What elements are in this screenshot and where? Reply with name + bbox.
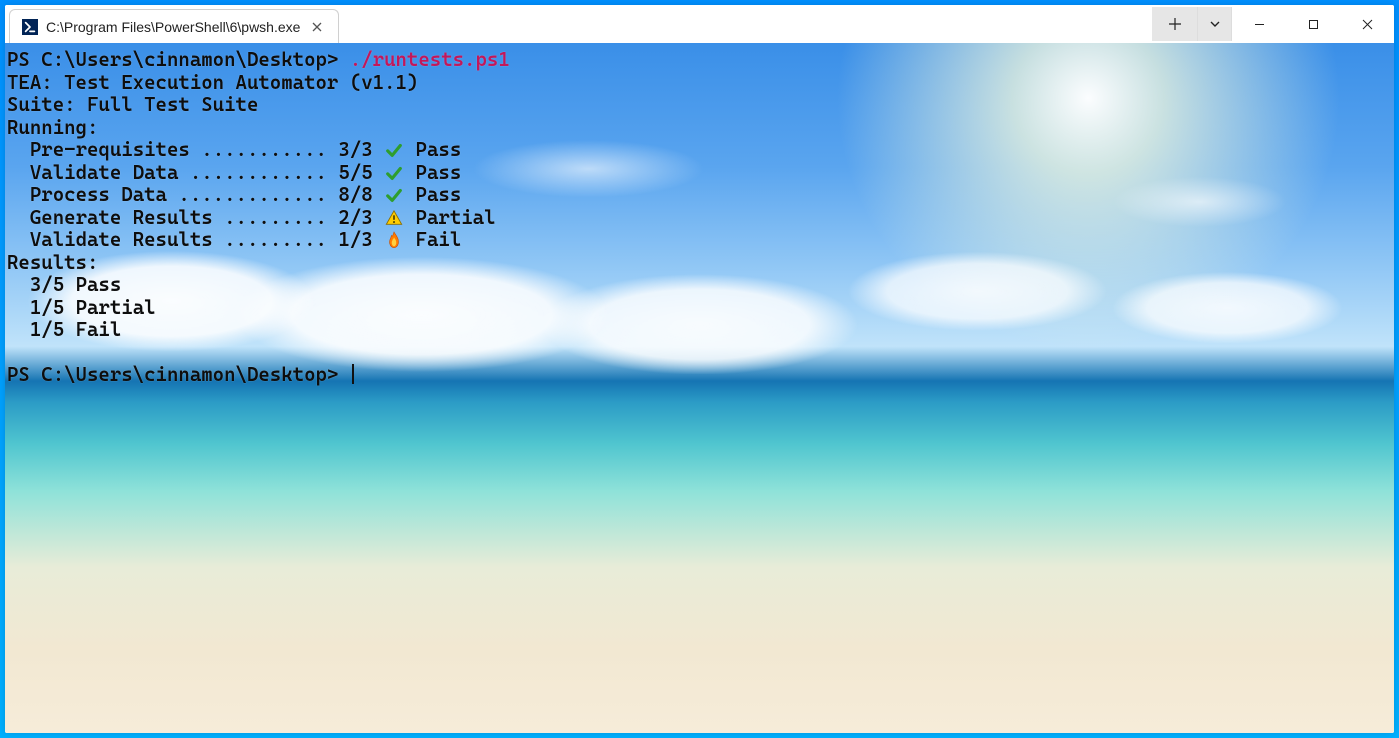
tab-close-button[interactable] (308, 18, 326, 36)
test-name: Validate Data (30, 161, 179, 184)
new-tab-dropdown-button[interactable] (1198, 7, 1232, 41)
new-tab-button[interactable] (1152, 7, 1198, 41)
powershell-icon (22, 19, 38, 35)
test-score: 3/3 (338, 138, 372, 161)
test-score: 2/3 (338, 206, 372, 229)
test-name: Process Data (30, 183, 167, 206)
test-name: Validate Results (30, 228, 213, 251)
result-line: 1/5 Fail (30, 318, 121, 341)
test-name: Generate Results (30, 206, 213, 229)
suite-line: Suite: Full Test Suite (7, 93, 258, 116)
checkmark-icon (384, 139, 404, 162)
checkmark-icon (384, 162, 404, 185)
maximize-button[interactable] (1286, 8, 1340, 40)
warning-icon (384, 207, 404, 230)
test-name: Pre-requisites (30, 138, 190, 161)
titlebar: C:\Program Files\PowerShell\6\pwsh.exe (5, 5, 1394, 43)
test-status: Pass (416, 138, 462, 161)
test-status: Fail (416, 228, 462, 251)
tab-title: C:\Program Files\PowerShell\6\pwsh.exe (46, 19, 300, 35)
test-score: 8/8 (338, 183, 372, 206)
prompt: PS C:\Users\cinnamon\Desktop> (7, 363, 338, 386)
running-label: Running: (7, 116, 98, 139)
minimize-button[interactable] (1232, 8, 1286, 40)
test-status: Pass (416, 183, 462, 206)
tabstrip: C:\Program Files\PowerShell\6\pwsh.exe (5, 5, 339, 43)
cursor (352, 364, 354, 384)
terminal-window: C:\Program Files\PowerShell\6\pwsh.exe (5, 5, 1394, 733)
app-header-line: TEA: Test Execution Automator (v1.1) (7, 71, 418, 94)
command-text: ./runtests.ps1 (350, 48, 510, 71)
result-line: 3/5 Pass (30, 273, 121, 296)
test-score: 1/3 (338, 228, 372, 251)
close-button[interactable] (1340, 8, 1394, 40)
results-label: Results: (7, 251, 98, 274)
prompt: PS C:\Users\cinnamon\Desktop> (7, 48, 338, 71)
fire-icon (384, 229, 404, 252)
test-status: Pass (416, 161, 462, 184)
checkmark-icon (384, 184, 404, 207)
result-line: 1/5 Partial (30, 296, 156, 319)
test-score: 5/5 (338, 161, 372, 184)
tab-pwsh[interactable]: C:\Program Files\PowerShell\6\pwsh.exe (9, 9, 339, 43)
test-status: Partial (416, 206, 496, 229)
terminal-content[interactable]: PS C:\Users\cinnamon\Desktop> ./runtests… (5, 43, 1394, 733)
